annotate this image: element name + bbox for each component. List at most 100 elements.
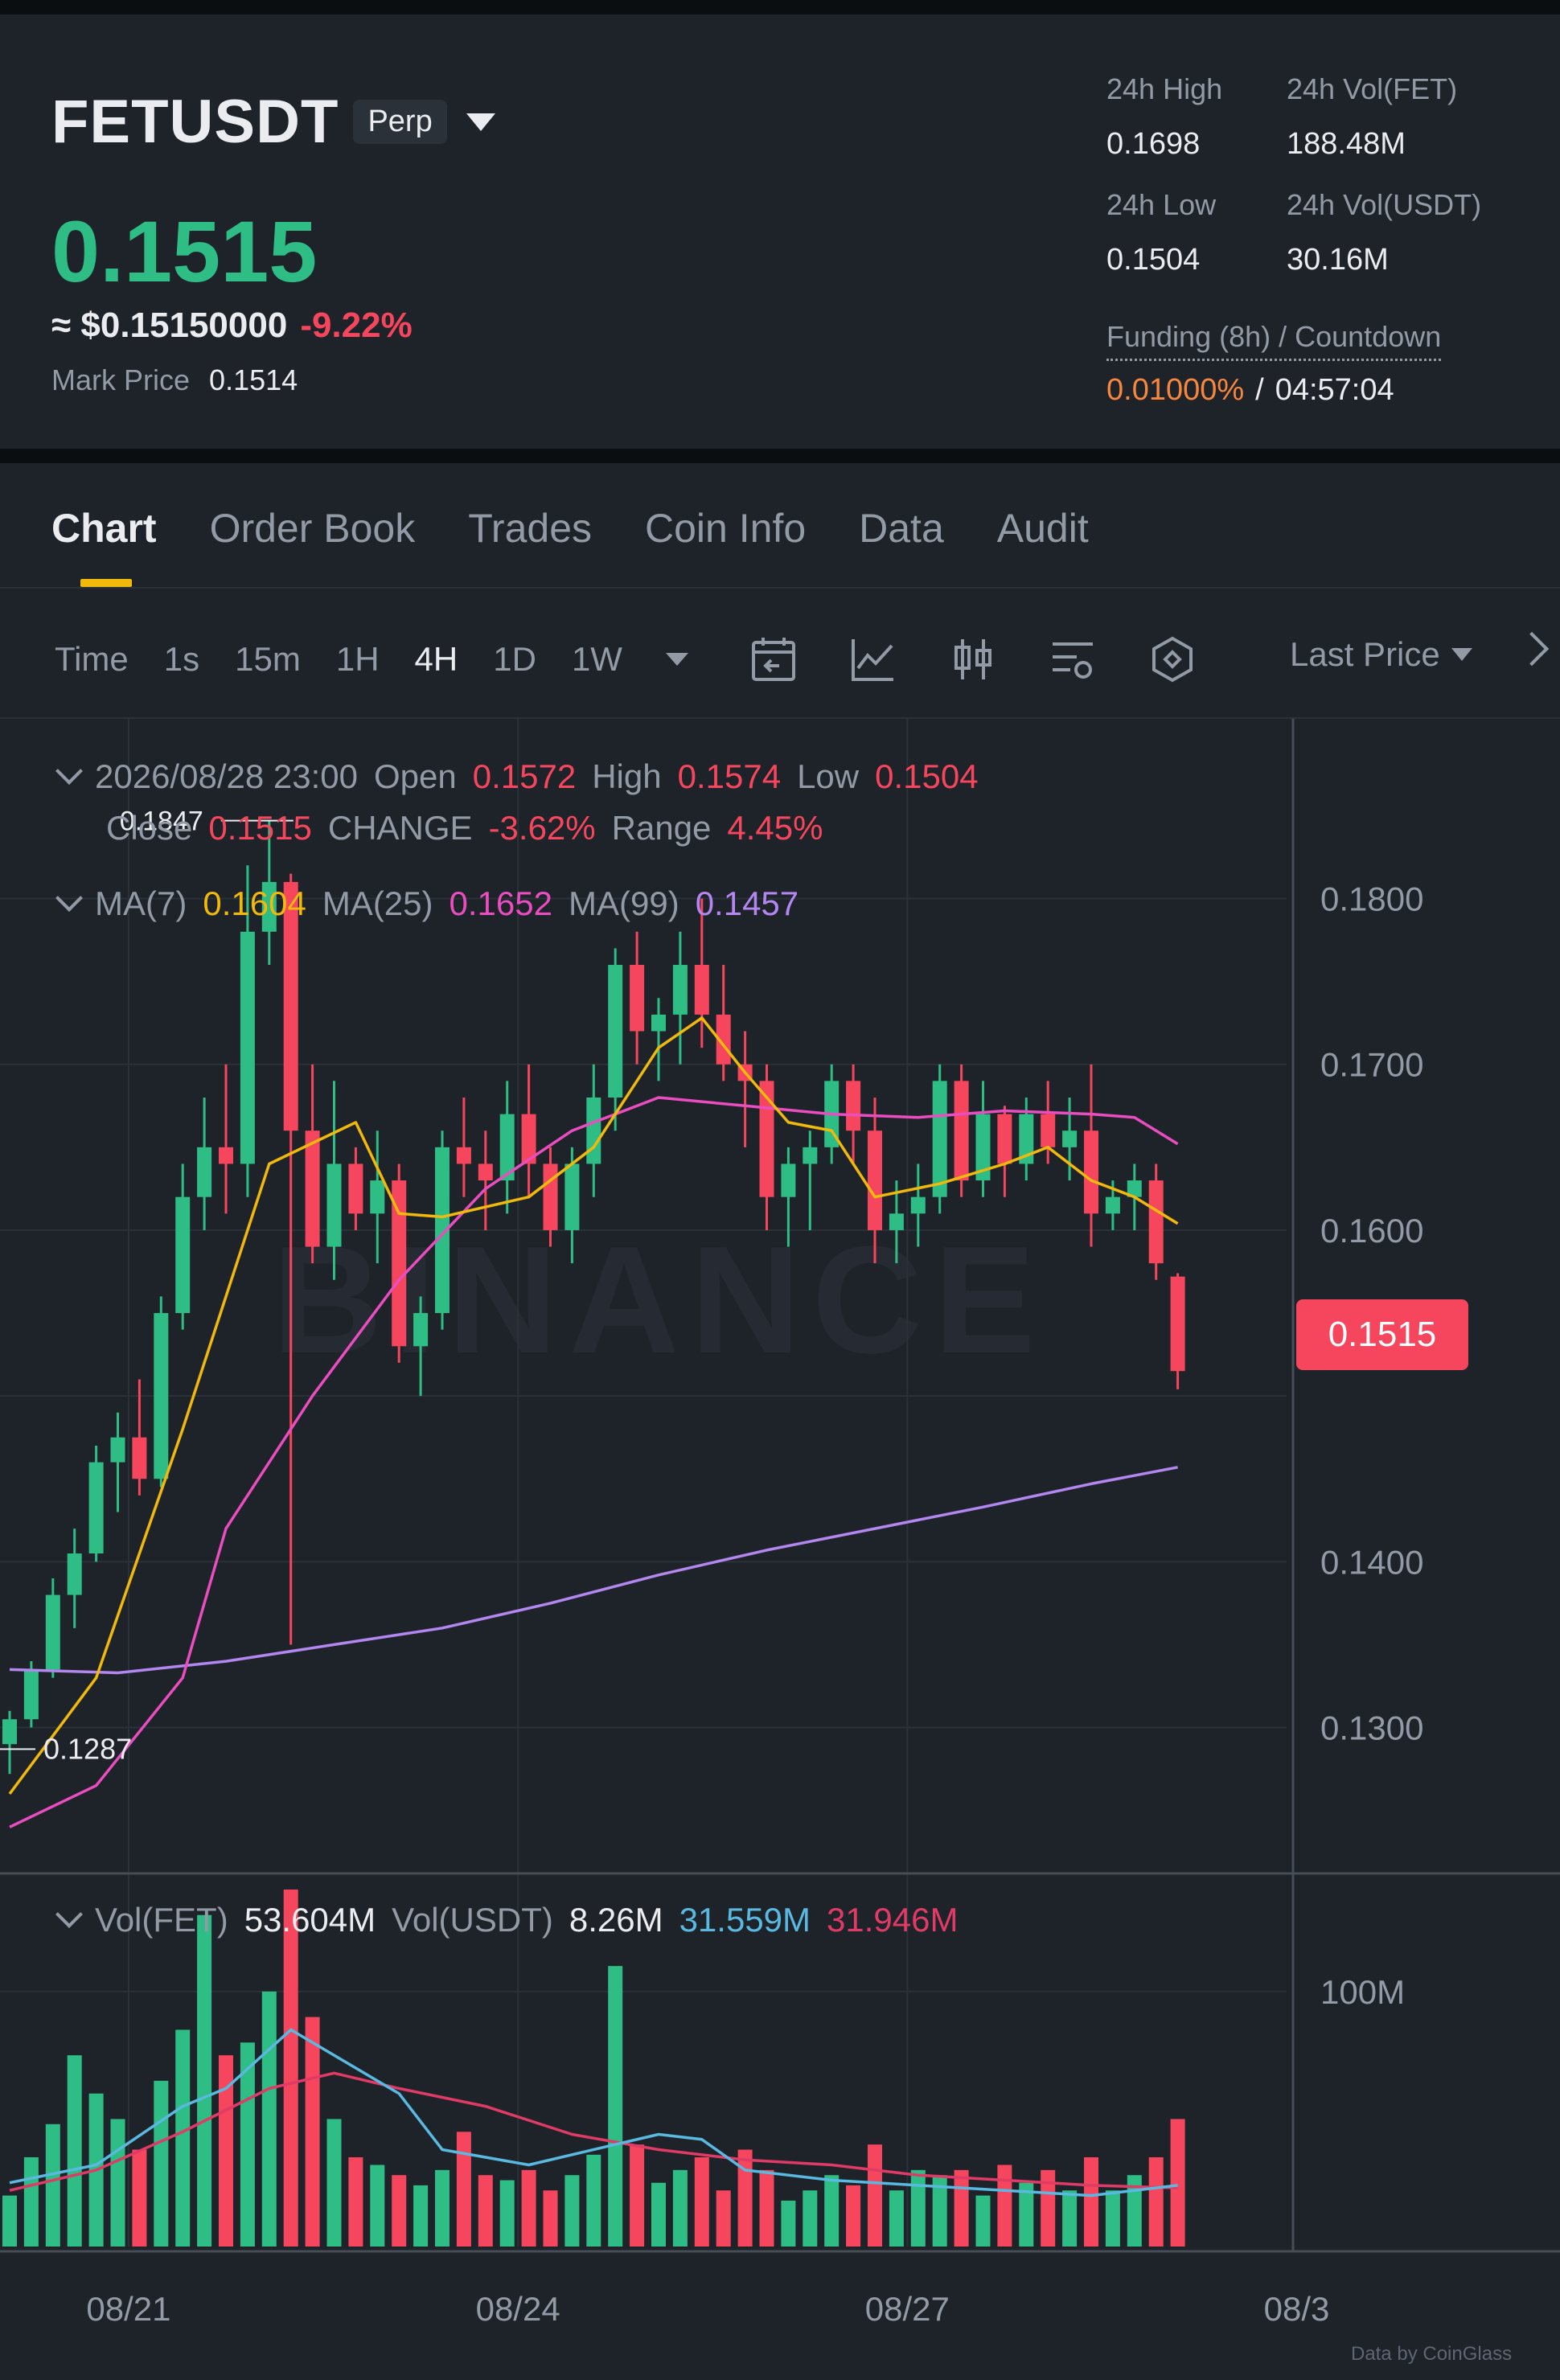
volume-bar xyxy=(499,2180,515,2247)
candle-body xyxy=(564,1163,580,1230)
indicator-icon[interactable] xyxy=(849,635,897,683)
interval-1s[interactable]: 1s xyxy=(164,640,199,679)
volume-bar xyxy=(954,2169,969,2247)
interval-1d[interactable]: 1D xyxy=(493,640,536,679)
volume-bar xyxy=(1084,2157,1098,2247)
ma99-line xyxy=(9,1466,1178,1675)
volume-bar xyxy=(846,2185,861,2247)
ma99-value: 0.1457 xyxy=(695,884,799,922)
collapse-chevron-icon[interactable] xyxy=(55,1901,83,1928)
volume-bar xyxy=(824,2175,840,2247)
funding-label[interactable]: Funding (8h) / Countdown xyxy=(1106,320,1442,361)
candle-body xyxy=(456,1147,471,1164)
volume-bar xyxy=(1062,2190,1078,2247)
price-source-select[interactable]: Last Price xyxy=(1290,635,1472,674)
ohlc-range-label: Range xyxy=(611,809,712,847)
candle-body xyxy=(1062,1130,1078,1147)
volume-bar xyxy=(2,2195,17,2247)
stat-label: 24h Vol(USDT) xyxy=(1287,188,1482,221)
volume-bar xyxy=(868,2144,882,2247)
volume-bar xyxy=(564,2175,580,2247)
stat-24h-high: 24h High 0.1698 xyxy=(1106,72,1222,162)
symbol-name: FETUSDT xyxy=(51,88,339,156)
tab-coin-info[interactable]: Coin Info xyxy=(645,505,806,552)
interval-time[interactable]: Time xyxy=(55,640,129,679)
volume-bar xyxy=(759,2169,774,2247)
volume-bar xyxy=(521,2169,536,2247)
ma7-label: MA(7) xyxy=(95,884,187,922)
candle-body xyxy=(45,1594,60,1670)
volume-bar xyxy=(630,2144,645,2247)
stat-label: 24h Vol(FET) xyxy=(1287,72,1458,105)
interval-1h[interactable]: 1H xyxy=(336,640,380,679)
candle-body xyxy=(586,1097,601,1164)
tab-trades[interactable]: Trades xyxy=(468,505,592,552)
volume-bar xyxy=(67,2055,82,2247)
candle-body xyxy=(326,1163,342,1247)
candle-body xyxy=(305,1130,320,1247)
candle-body xyxy=(630,965,645,1032)
date-tick-label: 08/24 xyxy=(476,2290,560,2328)
candle-body xyxy=(413,1313,429,1347)
candle-body xyxy=(1170,1276,1185,1372)
symbol-selector[interactable]: FETUSDT Perp xyxy=(51,87,495,157)
candle-body xyxy=(543,1163,558,1230)
candle-body xyxy=(889,1213,904,1230)
candle-body xyxy=(694,965,709,1015)
ohlc-date: 2026/08/28 23:00 xyxy=(95,757,358,795)
min-marker-label: 0.1287 xyxy=(43,1732,132,1765)
status-strip xyxy=(0,0,1560,14)
volume-bar xyxy=(305,2017,320,2247)
interval-more-chevron-icon[interactable] xyxy=(665,653,688,666)
candle-body xyxy=(672,965,688,1015)
tab-chart[interactable]: Chart xyxy=(51,505,157,587)
volume-bar xyxy=(651,2182,666,2247)
settings-icon[interactable] xyxy=(1049,635,1097,683)
candle-body xyxy=(910,1196,926,1214)
candle-body xyxy=(67,1553,82,1595)
candle-body xyxy=(2,1719,17,1745)
interval-4h[interactable]: 4H xyxy=(415,640,458,679)
funding-separator: / xyxy=(1255,373,1264,407)
stat-24h-vol-fet: 24h Vol(FET) 188.48M xyxy=(1287,72,1457,162)
tab-data[interactable]: Data xyxy=(859,505,944,552)
candlestick-chart[interactable]: BINANCE 0.1800 0.1700 0.1600 0.1400 0.1300 100… xyxy=(0,719,1560,2380)
volume-bar xyxy=(370,2165,385,2247)
stat-24h-low: 24h Low 0.1504 xyxy=(1106,188,1216,277)
candle-body xyxy=(219,1147,233,1164)
contract-type-badge: Perp xyxy=(353,100,447,144)
interval-1w[interactable]: 1W xyxy=(572,640,622,679)
volume-bar xyxy=(1170,2119,1185,2247)
tab-order-book[interactable]: Order Book xyxy=(210,505,416,552)
watermark-text: BINANCE xyxy=(272,1215,1047,1385)
volume-bar xyxy=(975,2195,991,2247)
vol-fet-value: 53.604M xyxy=(244,1901,376,1939)
data-credit: Data by CoinGlass xyxy=(1351,2343,1513,2365)
collapse-chevron-icon[interactable] xyxy=(55,884,83,912)
price-tick-label: 0.1600 xyxy=(1320,1212,1423,1250)
date-tick-label: 08/27 xyxy=(865,2290,950,2328)
volume-bar xyxy=(154,2080,169,2247)
calendar-icon[interactable] xyxy=(749,635,798,683)
ma25-label: MA(25) xyxy=(322,884,433,922)
candle-body xyxy=(803,1147,818,1164)
stat-value: 188.48M xyxy=(1287,127,1406,161)
volume-tick-label: 100M xyxy=(1320,1973,1405,2011)
volume-bar xyxy=(910,2169,926,2247)
volume-bar xyxy=(672,2169,688,2247)
tab-audit[interactable]: Audit xyxy=(997,505,1089,552)
volume-bar xyxy=(543,2190,558,2247)
volume-legend: Vol(FET) 53.604M Vol(USDT) 8.26M 31.559M… xyxy=(55,1901,974,1939)
stat-label: 24h Low xyxy=(1106,188,1217,221)
candle-body xyxy=(868,1130,882,1230)
price-source-label: Last Price xyxy=(1290,635,1440,673)
candle-type-icon[interactable] xyxy=(949,635,997,683)
volume-bar xyxy=(716,2190,731,2247)
depth-icon[interactable] xyxy=(1148,635,1197,683)
interval-15m[interactable]: 15m xyxy=(235,640,301,679)
ohlc-low-label: Low xyxy=(797,757,860,795)
volume-bar xyxy=(781,2200,796,2247)
chevron-down-icon[interactable] xyxy=(466,113,495,131)
collapse-chevron-icon[interactable] xyxy=(55,757,83,785)
mark-price-value: 0.1514 xyxy=(209,363,298,396)
